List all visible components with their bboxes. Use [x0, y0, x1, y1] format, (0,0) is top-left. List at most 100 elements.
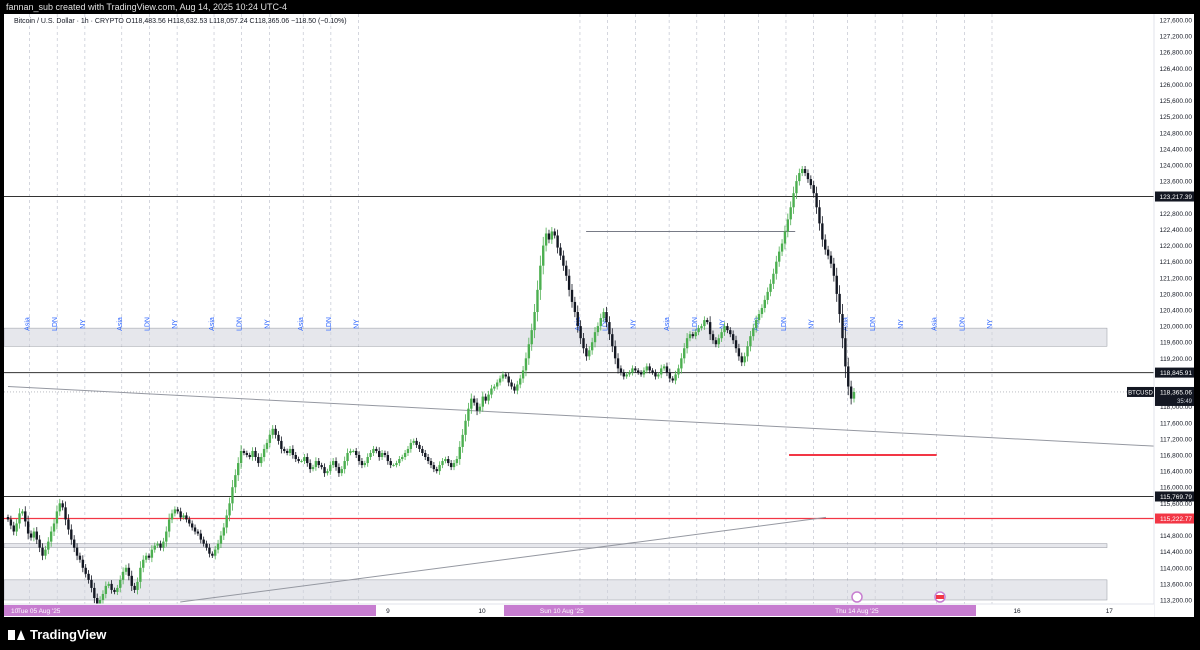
candle-body	[769, 283, 772, 292]
candle-body	[680, 358, 683, 369]
candle-body	[337, 467, 341, 474]
candle-body	[590, 342, 594, 351]
candle-body	[380, 452, 384, 458]
candle-body	[314, 461, 318, 468]
candle-body	[346, 452, 349, 462]
candle-body	[648, 366, 651, 371]
candle-body	[265, 442, 269, 449]
time-tick-label: 9	[386, 608, 390, 615]
candle-body	[303, 457, 306, 462]
candle-body	[357, 455, 361, 462]
candle-body	[248, 455, 251, 458]
session-label: NY	[898, 319, 905, 329]
price-level-label: 118,845.91	[1160, 370, 1192, 377]
candle-body	[383, 452, 387, 455]
price-tick-label: 122,000.00	[1159, 243, 1192, 250]
price-chart[interactable]: Asia LDN NY Asia LDN NY Asia LDN NY Asia LDN NY Asia…	[3, 14, 1194, 617]
session-label: NY	[80, 319, 87, 329]
candle-body	[714, 340, 718, 345]
brand-bar: TradingView	[0, 617, 1200, 650]
candle-body	[392, 465, 395, 467]
price-tick-label: 122,400.00	[1159, 227, 1192, 234]
candle-body	[162, 541, 165, 548]
candle-body	[121, 571, 125, 580]
session-label: Asia	[932, 317, 939, 331]
candle-body	[231, 487, 234, 504]
candle-body	[444, 459, 447, 462]
candle-body	[628, 372, 631, 375]
candle-body	[234, 475, 237, 488]
candle-body	[467, 408, 470, 421]
candle-body	[645, 366, 649, 371]
candle-body	[559, 247, 562, 256]
time-tick-label: Sun 10 Aug '25	[540, 608, 584, 615]
candle-body	[113, 589, 116, 592]
chart-frame[interactable]: Asia LDN NY Asia LDN NY Asia LDN NY Asia LDN NY Asia…	[3, 14, 1194, 617]
candle-body	[838, 293, 841, 315]
candle-body	[242, 450, 246, 453]
session-label: LDN	[52, 317, 59, 331]
candle-body	[147, 555, 151, 558]
candle-body	[395, 463, 398, 466]
current-price-label: 118,365.06	[1160, 389, 1192, 396]
candle-body	[585, 348, 588, 357]
candle-body	[107, 583, 110, 586]
candle-body	[156, 543, 159, 546]
candle-body	[841, 314, 844, 339]
candle-body	[605, 312, 608, 323]
candle-body	[573, 301, 577, 313]
candle-body	[311, 467, 315, 470]
price-tick-label: 117,200.00	[1160, 436, 1192, 443]
candle-body	[475, 402, 479, 411]
price-tick-label: 125,200.00	[1159, 114, 1192, 121]
candle-body	[418, 444, 421, 449]
candle-body	[268, 434, 272, 443]
candle-body	[72, 539, 76, 548]
session-label: NY	[987, 319, 994, 329]
candle-body	[421, 448, 424, 453]
session-label: Asia	[117, 317, 124, 331]
candle-body	[294, 455, 297, 460]
candle-body	[651, 370, 654, 373]
candle-body	[576, 312, 579, 327]
candle-body	[47, 541, 50, 550]
symbol-legend: Bitcoin / U.S. Dollar · 1h · CRYPTO O118…	[14, 18, 347, 25]
candle-body	[668, 372, 672, 379]
candle-body	[378, 450, 381, 458]
candle-body	[706, 320, 709, 323]
candle-body	[824, 239, 827, 250]
candle-body	[835, 275, 838, 294]
price-level-label: 115,769.79	[1160, 494, 1192, 501]
candle-body	[110, 583, 113, 590]
candle-body	[262, 448, 266, 458]
session-label: LDN	[237, 317, 244, 331]
candle-body	[64, 507, 67, 520]
candle-body	[777, 251, 781, 262]
candle-body	[809, 179, 813, 186]
candle-body	[510, 382, 513, 387]
candle-body	[498, 378, 502, 383]
candle-body	[412, 440, 415, 443]
price-tick-label: 113,200.00	[1160, 598, 1192, 605]
price-tick-label: 119,600.00	[1160, 340, 1192, 347]
candle-body	[12, 525, 15, 532]
price-tick-label: 121,600.00	[1159, 259, 1192, 266]
event-marker-icon	[851, 591, 863, 603]
candle-body	[225, 515, 228, 528]
candle-body	[487, 394, 490, 401]
candle-body	[38, 539, 41, 548]
candle-body	[251, 450, 254, 458]
candle-body	[772, 273, 775, 284]
candle-body	[142, 559, 145, 568]
candle-body	[260, 457, 263, 464]
plot-background	[4, 14, 1154, 604]
candle-body	[818, 207, 821, 224]
candle-body	[9, 519, 13, 526]
price-tick-label: 116,400.00	[1160, 469, 1192, 476]
candle-body	[582, 338, 585, 349]
candle-body	[239, 450, 243, 464]
session-label: LDN	[781, 317, 788, 331]
price-tick-label: 124,000.00	[1159, 163, 1192, 170]
candle-body	[464, 420, 467, 435]
candle-body	[544, 233, 548, 246]
